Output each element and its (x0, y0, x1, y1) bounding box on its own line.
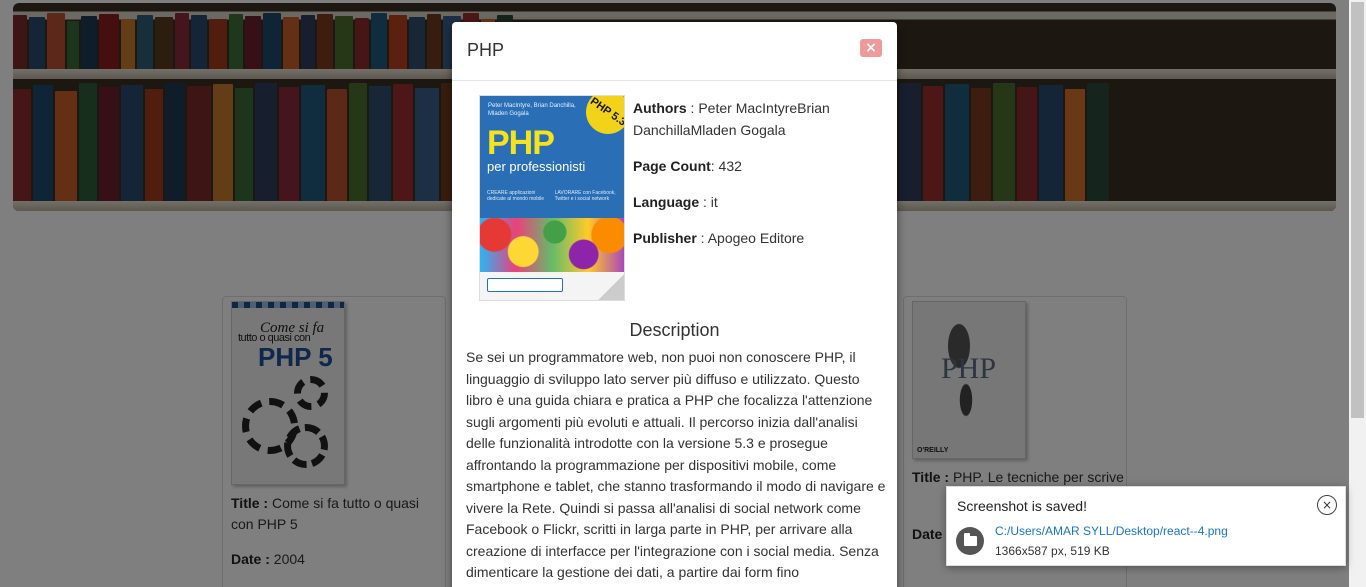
language-label: Language (633, 194, 700, 210)
cover-subtitle: per professionisti (487, 159, 586, 174)
puzzle-illustration (480, 218, 624, 274)
book-metadata: Authors : Peter MacIntyreBrian Danchilla… (633, 97, 883, 263)
saved-file-link[interactable]: C:/Users/AMAR SYLL/Desktop/react--4.png (995, 524, 1228, 538)
description-text: Se sei un programmatore web, non puoi no… (466, 349, 886, 587)
notification-close-button[interactable]: × (1317, 495, 1337, 515)
meta-page-count: Page Count: 432 (633, 155, 883, 177)
cover-column-text: CREARE applicazioni dedicate al mondo mo… (487, 190, 544, 202)
folder-icon[interactable] (956, 527, 984, 555)
meta-authors: Authors : Peter MacIntyreBrian Danchilla… (633, 97, 883, 141)
cover-columns: CREARE applicazioni dedicate al mondo mo… (487, 190, 617, 202)
publisher-label: Publisher (633, 230, 697, 246)
cover-title: PHP (487, 124, 555, 162)
book-cover: Peter MacIntyre, Brian Danchilla, Mladen… (479, 95, 625, 301)
notification-title: Screenshot is saved! (957, 498, 1087, 514)
cover-column-text: LAVORARE con Facebook, Twitter e i socia… (554, 190, 616, 202)
page-scrollbar[interactable] (1349, 0, 1366, 587)
authors-label: Authors (633, 100, 687, 116)
page-count-value: : 432 (710, 158, 742, 174)
meta-language: Language : it (633, 191, 883, 213)
book-detail-modal: PHP × Peter MacIntyre, Brian Danchilla, … (452, 22, 897, 587)
cover-footer (480, 272, 624, 300)
page-count-label: Page Count (633, 158, 711, 174)
modal-close-button[interactable]: × (860, 39, 882, 57)
publisher-value: : Apogeo Editore (696, 230, 805, 246)
modal-header: PHP × (452, 22, 897, 81)
screenshot-saved-notification: Screenshot is saved! × C:/Users/AMAR SYL… (946, 486, 1346, 566)
meta-publisher: Publisher : Apogeo Editore (633, 227, 883, 249)
description-heading: Description (629, 320, 720, 340)
file-info: 1366x587 px, 519 KB (995, 544, 1110, 558)
scrollbar-thumb[interactable] (1351, 2, 1364, 418)
modal-title: PHP (467, 40, 505, 60)
cover-authors: Peter MacIntyre, Brian Danchilla, Mladen… (488, 103, 576, 117)
language-value: : it (699, 194, 718, 210)
